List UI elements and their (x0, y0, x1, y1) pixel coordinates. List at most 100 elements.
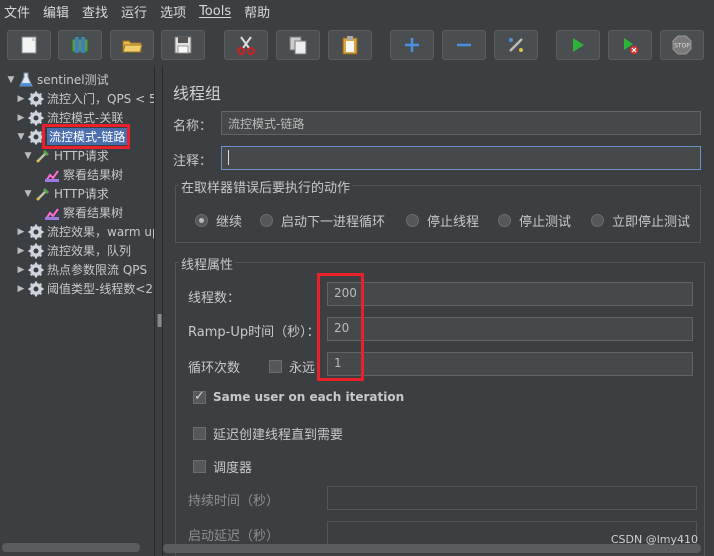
copy-icon (289, 36, 307, 55)
tree-item-label: sentinel测试 (37, 73, 109, 87)
menu-edit[interactable]: 编辑 (43, 2, 69, 21)
tree-item[interactable]: ▼ sentinel测试 (6, 70, 109, 89)
tree-item[interactable]: 察看结果树 (32, 165, 123, 184)
page-title: 线程组 (173, 84, 222, 103)
text-cursor (228, 150, 229, 165)
radio-continue[interactable]: 继续 (195, 211, 242, 230)
collapsed-arrow-icon[interactable]: ▶ (16, 265, 26, 275)
expanded-arrow-icon[interactable]: ▼ (23, 151, 33, 161)
rampup-field[interactable]: 20 (327, 317, 693, 341)
expand-all-button[interactable] (390, 30, 434, 60)
threads-label: 线程数： (188, 291, 241, 306)
result-tree-icon (44, 167, 60, 183)
loop-count-field[interactable]: 1 (327, 352, 693, 376)
duration-field[interactable] (327, 486, 697, 510)
templates-button[interactable] (58, 30, 102, 60)
delay-thread-creation-label: 延迟创建线程直到需要 (213, 428, 344, 443)
radio-start-next-loop-dot[interactable] (260, 214, 273, 227)
same-user-checkbox-box[interactable] (193, 389, 206, 404)
scheduler-label: 调度器 (213, 461, 253, 476)
menu-help[interactable]: 帮助 (244, 2, 270, 21)
tree-item[interactable]: 察看结果树 (32, 203, 123, 222)
tree-item-label: 热点参数限流 QPS (47, 263, 148, 277)
radio-stop-thread-dot[interactable] (406, 214, 419, 227)
threads-field[interactable]: 200 (327, 282, 693, 306)
tree-item-label: HTTP请求 (54, 149, 109, 163)
tree-item-label: HTTP请求 (54, 187, 109, 201)
collapsed-arrow-icon[interactable]: ▶ (16, 113, 26, 123)
splitter[interactable]: ▪ ▪ ▪ ▪ (154, 66, 162, 556)
radio-continue-dot[interactable] (195, 214, 208, 227)
tree-item[interactable]: ▶ 流控效果，队列 (16, 241, 131, 260)
start-no-pause-button[interactable] (608, 30, 652, 60)
radio-stop-test-now-label: 立即停止测试 (612, 215, 691, 230)
collapsed-arrow-icon[interactable]: ▶ (16, 284, 26, 294)
new-button[interactable] (7, 30, 51, 60)
save-icon (174, 36, 192, 54)
toggle-button[interactable] (494, 30, 538, 60)
start-button[interactable] (556, 30, 600, 60)
save-button[interactable] (161, 30, 205, 60)
collapsed-arrow-icon[interactable]: ▶ (16, 227, 26, 237)
radio-start-next-loop[interactable]: 启动下一进程循环 (260, 211, 385, 230)
open-button[interactable] (110, 30, 154, 60)
stop-button[interactable]: STOP (660, 30, 704, 60)
rampup-label: Ramp-Up时间（秒）： (188, 325, 320, 340)
scheduler-checkbox-box[interactable] (193, 460, 206, 473)
menu-tools[interactable]: Tools (199, 4, 231, 19)
delay-thread-creation-box[interactable] (193, 427, 206, 440)
test-plan-icon (18, 72, 34, 88)
http-sampler-icon (35, 148, 51, 164)
menu-bar: 文件 编辑 查找 运行 选项 Tools 帮助 (0, 0, 714, 22)
collapsed-arrow-icon[interactable]: ▶ (16, 246, 26, 256)
collapse-icon (457, 43, 471, 47)
menu-file[interactable]: 文件 (4, 2, 30, 21)
delay-thread-creation-checkbox[interactable]: 延迟创建线程直到需要 (193, 424, 343, 443)
paste-icon (342, 36, 358, 55)
scheduler-checkbox[interactable]: 调度器 (193, 457, 252, 476)
highlight-box (317, 273, 364, 381)
radio-stop-thread[interactable]: 停止线程 (406, 211, 479, 230)
tree-item[interactable]: ▶ 热点参数限流 QPS (16, 260, 147, 279)
templates-icon (71, 37, 89, 53)
tree-item[interactable]: ▼ HTTP请求 (23, 184, 109, 203)
expanded-arrow-icon[interactable]: ▼ (23, 189, 33, 199)
menu-search[interactable]: 查找 (82, 2, 108, 21)
menu-options[interactable]: 选项 (160, 2, 186, 21)
startup-delay-label: 启动延迟（秒） (188, 529, 280, 544)
tree-item[interactable]: ▶ 流控入门，QPS < 5 (16, 89, 154, 108)
menu-run[interactable]: 运行 (121, 2, 147, 21)
name-field[interactable]: 流控模式-链路 (221, 111, 701, 135)
collapsed-arrow-icon[interactable]: ▶ (16, 94, 26, 104)
tree-item[interactable]: ▶ 阈值类型-线程数<2 (16, 279, 153, 298)
tree-item-label: 流控效果，队列 (47, 244, 132, 258)
start-no-pause-icon (624, 38, 638, 54)
comment-field[interactable] (221, 146, 701, 170)
expanded-arrow-icon[interactable]: ▼ (6, 75, 16, 85)
copy-button[interactable] (276, 30, 320, 60)
collapse-all-button[interactable] (442, 30, 486, 60)
tree-item-label: 阈值类型-线程数<2 (47, 282, 154, 296)
forever-checkbox-box[interactable] (269, 360, 282, 373)
new-icon (21, 36, 37, 54)
radio-stop-test-now-dot[interactable] (591, 214, 604, 227)
http-sampler-icon (35, 186, 51, 202)
paste-button[interactable] (328, 30, 372, 60)
thread-group-gear-icon (28, 224, 44, 240)
radio-stop-test-dot[interactable] (498, 214, 511, 227)
forever-label: 永远 (289, 361, 316, 376)
same-user-checkbox[interactable]: Same user on each iteration (193, 389, 404, 404)
tree-item[interactable]: ▶ 流控效果，warm up (16, 222, 154, 241)
radio-stop-test-label: 停止测试 (519, 215, 572, 230)
thread-group-gear-icon (28, 262, 44, 278)
tree-item-label: 察看结果树 (63, 168, 124, 182)
cut-button[interactable] (224, 30, 268, 60)
expanded-arrow-icon[interactable]: ▼ (16, 132, 26, 142)
cut-icon (237, 36, 255, 55)
forever-checkbox[interactable]: 永远 (269, 357, 315, 376)
radio-stop-test-now[interactable]: 立即停止测试 (591, 211, 690, 230)
radio-stop-test[interactable]: 停止测试 (498, 211, 571, 230)
watermark: CSDN @lmy410 (610, 533, 698, 546)
duration-label: 持续时间（秒） (188, 494, 280, 509)
tree-horizontal-scrollbar[interactable] (2, 543, 140, 552)
